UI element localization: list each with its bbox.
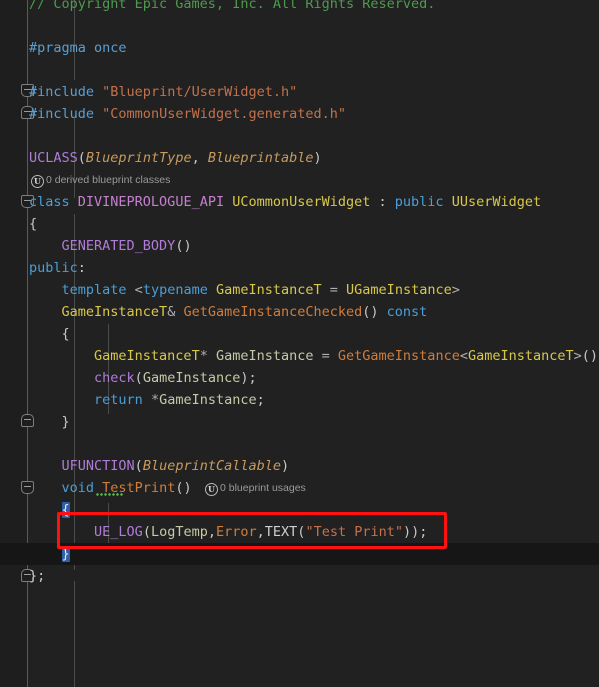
codelens-label: 0 derived blueprint classes: [46, 174, 171, 186]
code-line-check[interactable]: check(GameInstance);: [0, 367, 599, 389]
code-line-uclass[interactable]: UCLASS(BlueprintType, Blueprintable): [0, 147, 599, 169]
class-terminator: };: [29, 568, 46, 584]
module-api-macro: DIVINEPROLOGUE_API: [77, 194, 225, 210]
get-game-instance-call: GetGameInstance: [337, 348, 460, 364]
class-keyword: class: [29, 194, 70, 210]
code-line-return[interactable]: return *GameInstance;: [0, 389, 599, 411]
public-access-label: public: [29, 260, 78, 276]
include-path-userwidget: "Blueprint/UserWidget.h": [102, 84, 298, 100]
typename-keyword: typename: [142, 282, 208, 298]
code-line-ufunction[interactable]: UFUNCTION(BlueprintCallable): [0, 455, 599, 477]
text-macro: TEXT: [264, 524, 298, 540]
comment-text: // Copyright Epic Games, Inc. All Rights…: [29, 0, 436, 12]
ufunction-specifier: BlueprintCallable: [142, 458, 281, 474]
unreal-u-icon: U: [31, 175, 44, 188]
open-brace-highlighted: {: [61, 502, 70, 518]
code-line-public-label[interactable]: public:: [0, 257, 599, 279]
ue-log-macro: UE_LOG: [94, 524, 143, 540]
code-line-template[interactable]: template <typename GameInstanceT = UGame…: [0, 279, 599, 301]
return-keyword: return: [94, 392, 143, 408]
base-class-name: UUserWidget: [451, 194, 542, 210]
code-line-method-close-brace[interactable]: }: [0, 411, 599, 433]
code-line-ue-log[interactable]: UE_LOG(LogTemp,Error,TEXT("Test Print"))…: [0, 521, 599, 543]
uclass-specifier-blueprintable: Blueprintable: [207, 150, 314, 166]
open-brace: {: [29, 326, 70, 342]
code-line-testprint-close-brace[interactable]: }: [0, 543, 599, 565]
class-name: UCommonUserWidget: [232, 194, 371, 210]
include-keyword: #include: [29, 106, 95, 122]
method-name: GetGameInstanceChecked: [183, 304, 363, 320]
template-keyword: template: [61, 282, 127, 298]
code-line-get-game-instance[interactable]: GameInstanceT* GameInstance = GetGameIns…: [0, 345, 599, 367]
code-line-include-userwidget[interactable]: #include "Blueprint/UserWidget.h": [0, 81, 599, 103]
code-line-testprint-open-brace[interactable]: {: [0, 499, 599, 521]
open-brace: {: [29, 216, 38, 232]
code-line-class-close-brace[interactable]: };: [0, 565, 599, 587]
unreal-u-icon: U: [205, 483, 218, 496]
log-verbosity: Error: [216, 524, 257, 540]
ufunction-macro: UFUNCTION: [61, 458, 135, 474]
codelens-blueprint-usages[interactable]: U0 blueprint usages: [205, 480, 306, 496]
log-category: LogTemp: [150, 524, 208, 540]
code-line-class-open-brace[interactable]: {: [0, 213, 599, 235]
close-brace-highlighted: }: [61, 546, 70, 562]
code-line-method-open-brace[interactable]: {: [0, 323, 599, 345]
uclass-specifier-blueprinttype: BlueprintType: [85, 150, 192, 166]
code-line-generated-body[interactable]: GENERATED_BODY(): [0, 235, 599, 257]
check-argument: GameInstance: [142, 370, 241, 386]
local-var-type: GameInstanceT: [94, 348, 200, 364]
template-arg: GameInstanceT: [467, 348, 574, 364]
code-line-class-declaration[interactable]: class DIVINEPROLOGUE_API UCommonUserWidg…: [0, 191, 599, 213]
public-keyword: public: [394, 194, 444, 210]
code-editor[interactable]: // Copyright Epic Games, Inc. All Rights…: [0, 0, 599, 687]
include-keyword: #include: [29, 84, 95, 100]
template-default-arg: UGameInstance: [346, 282, 452, 298]
local-var-name: GameInstance: [215, 348, 314, 364]
inspection-squiggle: [96, 493, 123, 496]
void-keyword: void: [61, 480, 95, 496]
uclass-macro: UCLASS: [29, 150, 78, 166]
const-keyword: const: [386, 304, 428, 320]
generated-body-macro: GENERATED_BODY: [61, 238, 176, 254]
code-line-include-generated[interactable]: #include "CommonUserWidget.generated.h": [0, 103, 599, 125]
log-message-string: "Test Print": [305, 524, 403, 540]
template-parameter: GameInstanceT: [215, 282, 322, 298]
method-return-type: GameInstanceT: [61, 304, 168, 320]
check-macro: check: [94, 370, 135, 386]
codelens-label: 0 blueprint usages: [220, 482, 306, 494]
code-line-copyright[interactable]: // Copyright Epic Games, Inc. All Rights…: [0, 0, 599, 15]
return-value: GameInstance: [159, 392, 257, 408]
close-brace: }: [29, 414, 70, 430]
include-path-generated: "CommonUserWidget.generated.h": [102, 106, 347, 122]
code-line-pragma[interactable]: #pragma once: [0, 37, 599, 59]
code-line-method-signature[interactable]: GameInstanceT& GetGameInstanceChecked() …: [0, 301, 599, 323]
codelens-derived-blueprint-classes[interactable]: U0 derived blueprint classes: [31, 172, 170, 188]
pragma-directive: #pragma once: [29, 40, 127, 56]
